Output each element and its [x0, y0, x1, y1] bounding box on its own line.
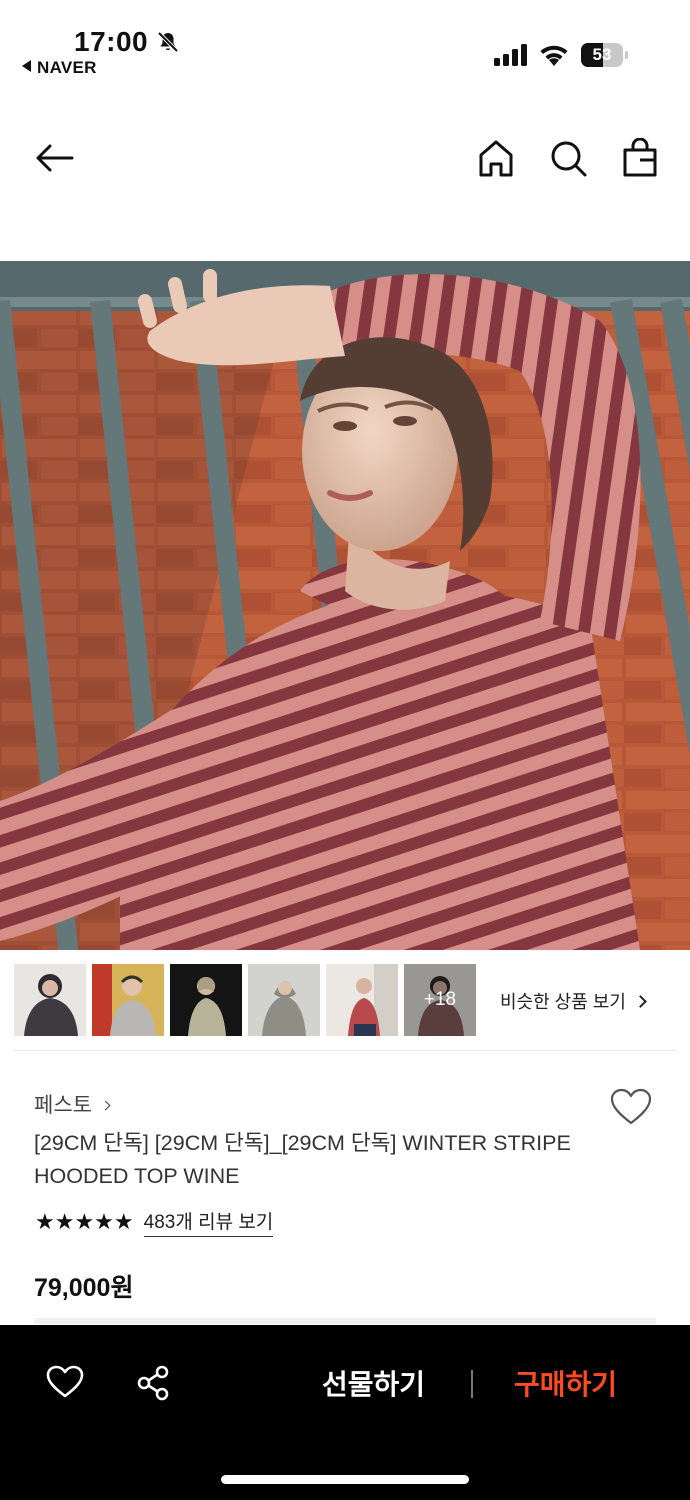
button-separator [471, 1370, 473, 1398]
thumbnail-5[interactable] [326, 964, 398, 1036]
thumbnail-4[interactable] [248, 964, 320, 1036]
battery-level-text: 53 [592, 45, 612, 64]
battery-icon: 53 [581, 43, 629, 67]
thumbnail-image [326, 964, 398, 1036]
thumbnail-1[interactable] [14, 964, 86, 1036]
product-photo [0, 261, 690, 950]
share-icon[interactable] [136, 1365, 170, 1401]
top-navigation [0, 120, 690, 200]
section-strip [34, 1318, 656, 1324]
signal-icon [494, 44, 527, 66]
home-icon[interactable] [476, 138, 516, 178]
brand-name: 페스토 [34, 1094, 92, 1117]
wifi-icon [540, 45, 568, 66]
thumbnail-image [14, 964, 86, 1036]
back-to-app-link[interactable]: NAVER [22, 58, 97, 78]
thumbnail-more[interactable]: +18 [404, 964, 476, 1036]
back-arrow-icon[interactable] [34, 138, 74, 178]
status-time: 17:00 [74, 26, 149, 57]
back-app-label: NAVER [37, 58, 97, 77]
product-title: [29CM 단독] [29CM 단독]_[29CM 단독] WINTER STR… [34, 1131, 571, 1188]
review-link[interactable]: 483개 리뷰 보기 [143, 1207, 274, 1237]
bell-off-icon [157, 31, 179, 53]
shopping-bag-icon[interactable] [620, 138, 660, 178]
thumbnail-2[interactable] [92, 964, 164, 1036]
chevron-right-icon [100, 1100, 111, 1111]
thumbnail-3[interactable] [170, 964, 242, 1036]
status-bar: 17:00 NAVER 53 [0, 0, 690, 90]
heart-icon[interactable] [46, 1365, 84, 1399]
brand-link[interactable]: 페스토 [34, 1089, 111, 1119]
product-price: 79,000원 [34, 1274, 134, 1302]
home-indicator[interactable] [221, 1475, 469, 1484]
product-main-image[interactable] [0, 261, 690, 950]
thumbnail-image [92, 964, 164, 1036]
search-icon[interactable] [548, 138, 588, 178]
thumbnail-image [170, 964, 242, 1036]
thumbnail-image [248, 964, 320, 1036]
similar-products-link[interactable]: 비슷한 상품 보기 [500, 988, 647, 1014]
similar-products-label: 비슷한 상품 보기 [500, 992, 626, 1012]
back-triangle-icon [22, 60, 31, 72]
more-images-count: +18 [404, 964, 476, 1036]
buy-button[interactable]: 구매하기 [514, 1363, 617, 1403]
gift-button[interactable]: 선물하기 [322, 1363, 425, 1403]
wishlist-heart-icon[interactable] [610, 1088, 652, 1126]
chevron-right-icon [634, 995, 647, 1008]
rating-row: ★★★★★ 483개 리뷰 보기 [35, 1207, 274, 1237]
rating-stars: ★★★★★ [35, 1209, 134, 1234]
bottom-action-bar: 선물하기 구매하기 [0, 1325, 690, 1500]
divider [14, 1050, 676, 1051]
